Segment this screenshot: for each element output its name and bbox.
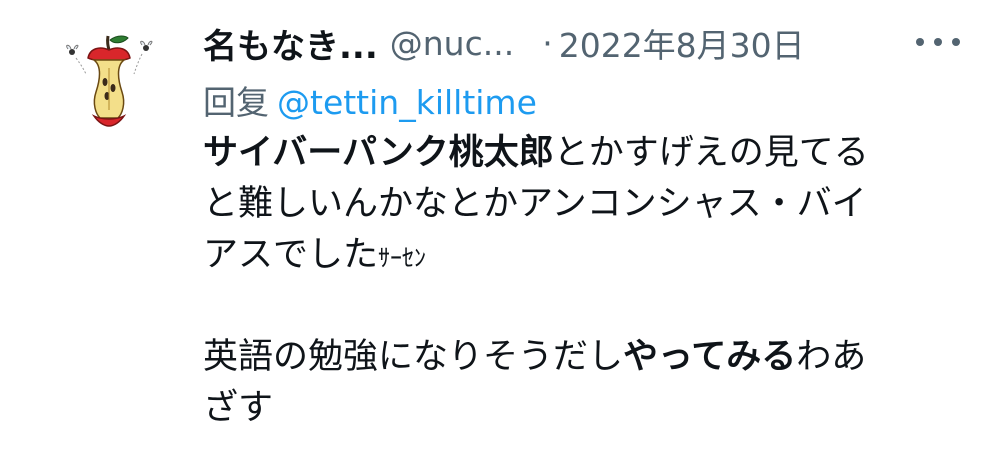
small-text: ｻｰｾﾝ xyxy=(378,244,427,272)
avatar[interactable] xyxy=(50,22,168,140)
tweet-body-line: ざす xyxy=(203,383,983,434)
tweet-body-line: と難しいんかなとかアンコンシャス・バイ xyxy=(203,179,983,230)
tweet-body: サイバーパンク桃太郎とかすげえの見てる と難しいんかなとかアンコンシャス・バイ … xyxy=(203,128,983,434)
tweet-body-line: サイバーパンク桃太郎とかすげえの見てる xyxy=(203,128,983,179)
reply-prefix: 回复 xyxy=(203,83,269,122)
user-handle[interactable]: @nuc... xyxy=(390,24,514,63)
apple-core-avatar-icon xyxy=(66,35,153,127)
separator-dot: · xyxy=(542,23,553,63)
body-text: わあ xyxy=(796,337,867,377)
body-text: ざす xyxy=(203,388,274,428)
reply-mention-link[interactable]: @tettin_killtime xyxy=(277,83,537,122)
bold-text: サイバーパンク桃太郎 xyxy=(203,133,554,173)
bold-text: やってみる xyxy=(623,337,797,377)
body-text: 英語の勉強になりそうだし xyxy=(203,337,624,377)
reply-context: 回复 @tettin_killtime xyxy=(203,76,537,124)
tweet: 名もなき... @nuc... · 2022年8月30日 回复 @tettin_k… xyxy=(0,0,1000,465)
more-dot xyxy=(952,38,960,46)
body-text: アスでした xyxy=(203,235,379,275)
tweet-date[interactable]: 2022年8月30日 xyxy=(559,19,805,67)
more-dot xyxy=(916,38,924,46)
more-horizontal-icon[interactable] xyxy=(916,24,960,60)
tweet-header: 名もなき... @nuc... · 2022年8月30日 xyxy=(203,14,973,72)
display-name[interactable]: 名もなき... xyxy=(203,19,378,68)
body-text: と難しいんかなとかアンコンシャス・バイ xyxy=(203,184,867,224)
tweet-body-line: 英語の勉強になりそうだしやってみるわあ xyxy=(203,332,983,383)
tweet-body-line: アスでしたｻｰｾﾝ xyxy=(203,230,983,281)
body-text: とかすげえの見てる xyxy=(553,133,869,173)
more-dot xyxy=(934,38,942,46)
